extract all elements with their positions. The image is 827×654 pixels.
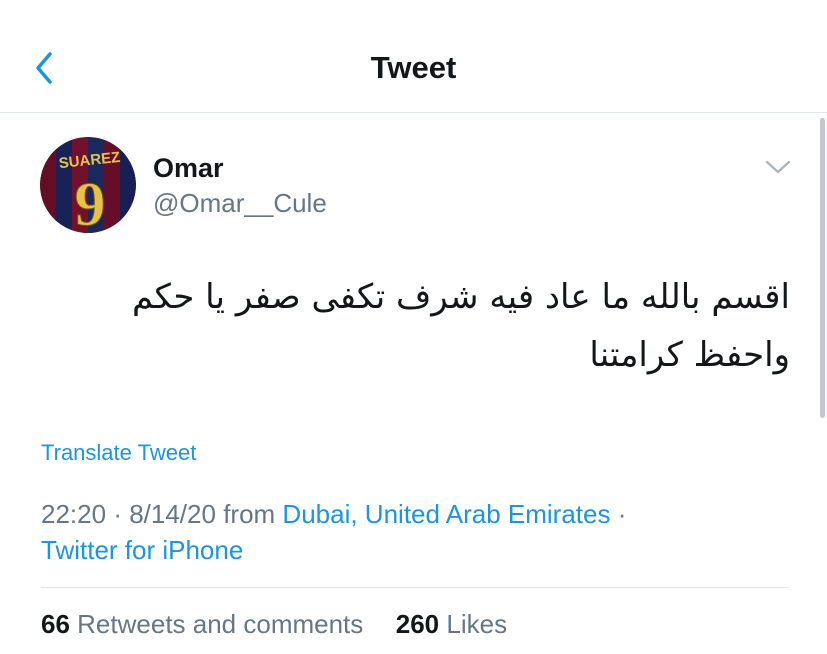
avatar-jersey-image: SUAREZ 9 <box>40 137 136 233</box>
tweet-date: 8/14/20 <box>129 499 216 529</box>
likes-count: 260 <box>395 609 440 639</box>
scroll-indicator <box>820 118 825 418</box>
likes-label: Likes <box>446 609 508 639</box>
chevron-down-icon <box>765 160 791 174</box>
avatar-jersey-number: 9 <box>75 171 106 233</box>
likes-stat[interactable]: 260 Likes <box>396 609 507 639</box>
from-label: from <box>223 499 276 529</box>
author-handle[interactable]: @Omar__Cule <box>153 188 327 219</box>
page-title: Tweet <box>370 50 457 85</box>
translate-tweet-link[interactable]: Translate Tweet <box>41 440 196 466</box>
tweet-text-line: اقسم بالله ما عاد فيه شرف تكفى صفر يا حك… <box>131 277 790 317</box>
source-link[interactable]: Twitter for iPhone <box>41 535 243 565</box>
separator-dot: · <box>617 499 627 529</box>
nav-header: Tweet <box>0 0 827 113</box>
retweets-label: Retweets and comments <box>77 609 364 639</box>
tweet-time: 22:20 <box>41 499 107 529</box>
avatar[interactable]: SUAREZ 9 <box>40 137 136 233</box>
location-link[interactable]: Dubai, United Arab Emirates <box>282 499 610 529</box>
author-name[interactable]: Omar <box>153 153 224 184</box>
retweets-count: 66 <box>41 609 70 639</box>
tweet-detail-screen: Tweet SUAREZ 9 Omar @Omar__Cule اقسم بال… <box>0 0 827 654</box>
tweet-metadata: 22:20 · 8/14/20 from Dubai, United Arab … <box>41 496 801 568</box>
tweet-text: اقسم بالله ما عاد فيه شرف تكفى صفر يا حك… <box>90 268 790 384</box>
retweets-stat[interactable]: 66 Retweets and comments <box>41 609 371 639</box>
separator-dot: · <box>113 499 130 529</box>
more-options-button[interactable] <box>760 152 796 182</box>
tweet-stats: 66 Retweets and comments 260 Likes <box>41 609 507 640</box>
tweet-text-line: واحفظ كرامتنا <box>589 335 790 375</box>
divider <box>41 587 789 588</box>
